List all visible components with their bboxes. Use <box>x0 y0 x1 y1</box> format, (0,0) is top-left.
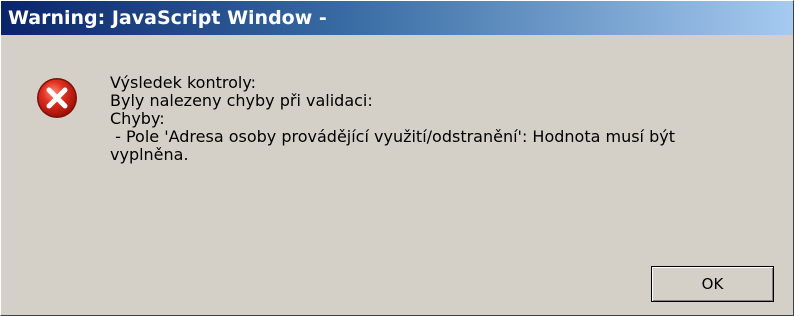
message-line-field-error: - Pole 'Adresa osoby provádějící využití… <box>110 127 675 146</box>
title-bar[interactable]: Warning: JavaScript Window - <box>1 1 793 35</box>
message-line-errors-label: Chyby: <box>110 109 165 128</box>
error-x-icon <box>36 77 78 119</box>
window-title: Warning: JavaScript Window - <box>8 7 327 29</box>
message-line-field-error-cont: vyplněna. <box>110 145 189 164</box>
message-line-errors-found: Byly nalezeny chyby při validaci: <box>110 91 373 110</box>
error-message: Výsledek kontroly: Byly nalezeny chyby p… <box>110 74 750 164</box>
dialog-content: Výsledek kontroly: Byly nalezeny chyby p… <box>1 35 793 315</box>
javascript-warning-dialog: Warning: JavaScript Window - Výsledek ko… <box>0 0 794 316</box>
message-line-result: Výsledek kontroly: <box>110 73 257 92</box>
ok-button[interactable]: OK <box>651 266 774 302</box>
